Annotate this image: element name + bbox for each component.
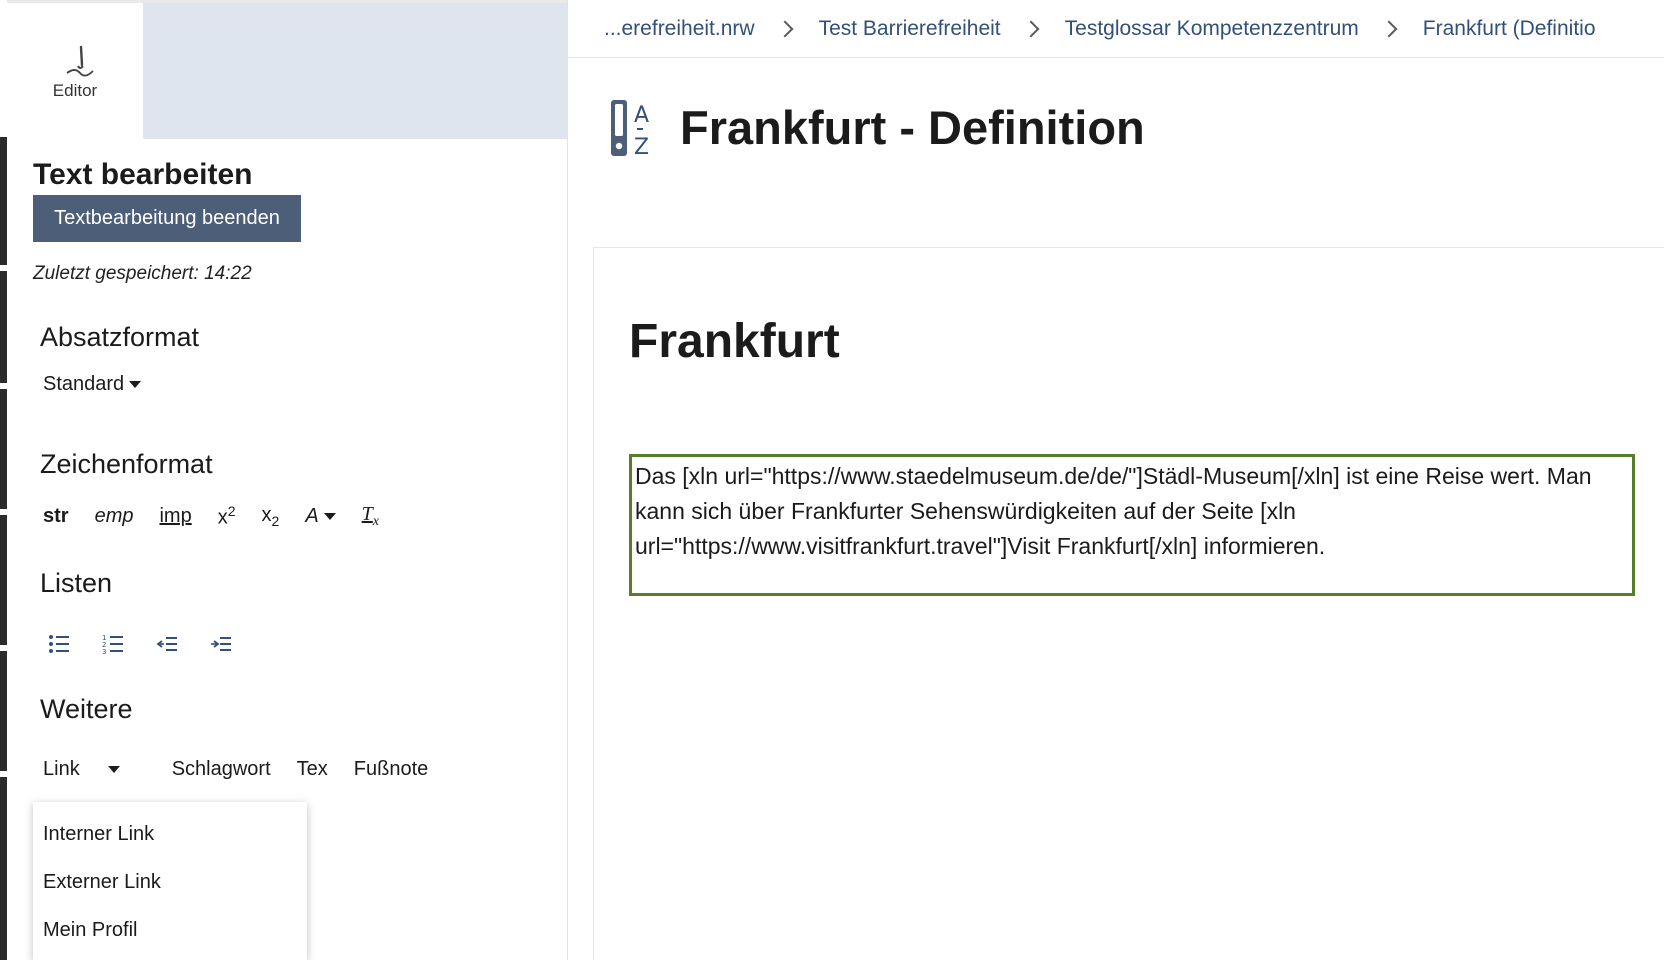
- panel-divider: [567, 0, 568, 960]
- breadcrumb-item[interactable]: Test Barrierefreiheit: [819, 17, 1001, 41]
- subscript-button[interactable]: x2: [262, 504, 280, 529]
- more-toolbar: Link Schlagwort Tex Fußnote: [43, 758, 454, 781]
- menu-item-internal-link[interactable]: Interner Link: [33, 810, 307, 858]
- footnote-button[interactable]: Fußnote: [354, 758, 428, 781]
- outdent-icon[interactable]: [155, 632, 179, 656]
- glossary-az-icon: A Z: [611, 100, 649, 160]
- editor-sidebar: Editor Text bearbeiten Textbearbeitung b…: [7, 0, 567, 960]
- link-dropdown-menu: Interner Link Externer Link Mein Profil: [33, 802, 307, 960]
- panel-title: Text bearbeiten: [33, 158, 253, 191]
- chevron-right-icon: [1022, 20, 1040, 37]
- svg-text:A: A: [634, 103, 649, 128]
- content-heading: Frankfurt: [629, 315, 840, 368]
- caret-down-icon: [129, 381, 142, 389]
- bullet-list-icon[interactable]: [47, 632, 71, 656]
- paragraph-format-value: Standard: [43, 373, 125, 395]
- keyword-button[interactable]: Schlagwort: [172, 758, 271, 781]
- font-color-dropdown[interactable]: A: [305, 505, 336, 528]
- chevron-right-icon: [776, 20, 794, 37]
- indent-icon[interactable]: [209, 632, 233, 656]
- pen-icon: [66, 45, 94, 77]
- emphasis-button[interactable]: emp: [95, 505, 134, 528]
- caret-down-icon: [107, 766, 120, 774]
- more-heading: Weitere: [40, 694, 133, 724]
- list-toolbar: 1 2 3: [47, 632, 263, 656]
- text-editor-area[interactable]: Das [xln url="https://www.staedelmuseum.…: [629, 454, 1635, 596]
- breadcrumb-item[interactable]: Testglossar Kompetenzzentrum: [1065, 17, 1359, 41]
- clear-format-button[interactable]: Tx: [362, 503, 379, 530]
- breadcrumb-item-current[interactable]: Frankfurt (Definitio: [1423, 17, 1596, 41]
- chevron-right-icon: [1380, 20, 1398, 37]
- window-edge: [0, 0, 7, 960]
- numbered-list-icon[interactable]: 1 2 3: [101, 632, 125, 656]
- tab-bar-background: [143, 3, 567, 139]
- menu-item-external-link[interactable]: Externer Link: [33, 858, 307, 906]
- finish-editing-button[interactable]: Textbearbeitung beenden: [33, 195, 301, 242]
- strong-button[interactable]: str: [43, 505, 69, 528]
- page-title: Frankfurt - Definition: [680, 101, 1145, 154]
- lists-heading: Listen: [40, 568, 113, 598]
- superscript-button[interactable]: x2: [218, 503, 236, 530]
- menu-item-my-profile[interactable]: Mein Profil: [33, 906, 307, 954]
- svg-text:Z: Z: [634, 135, 649, 160]
- paragraph-format-dropdown[interactable]: Standard: [43, 373, 142, 396]
- link-dropdown[interactable]: Link: [43, 758, 146, 781]
- tab-editor[interactable]: Editor: [7, 3, 143, 139]
- caret-down-icon: [323, 512, 336, 520]
- paragraph-format-heading: Absatzformat: [40, 322, 200, 352]
- breadcrumb-item[interactable]: ...erefreiheit.nrw: [604, 17, 755, 41]
- tab-editor-label: Editor: [52, 81, 98, 100]
- last-saved-status: Zuletzt gespeichert: 14:22: [33, 263, 252, 284]
- important-button[interactable]: imp: [159, 505, 191, 528]
- tex-button[interactable]: Tex: [297, 758, 328, 781]
- svg-text:3: 3: [102, 648, 106, 656]
- character-format-heading: Zeichenformat: [40, 449, 213, 479]
- character-format-toolbar: str emp imp x2 x2 A Tx: [43, 501, 405, 531]
- breadcrumb: ...erefreiheit.nrw Test Barrierefreiheit…: [568, 0, 1664, 58]
